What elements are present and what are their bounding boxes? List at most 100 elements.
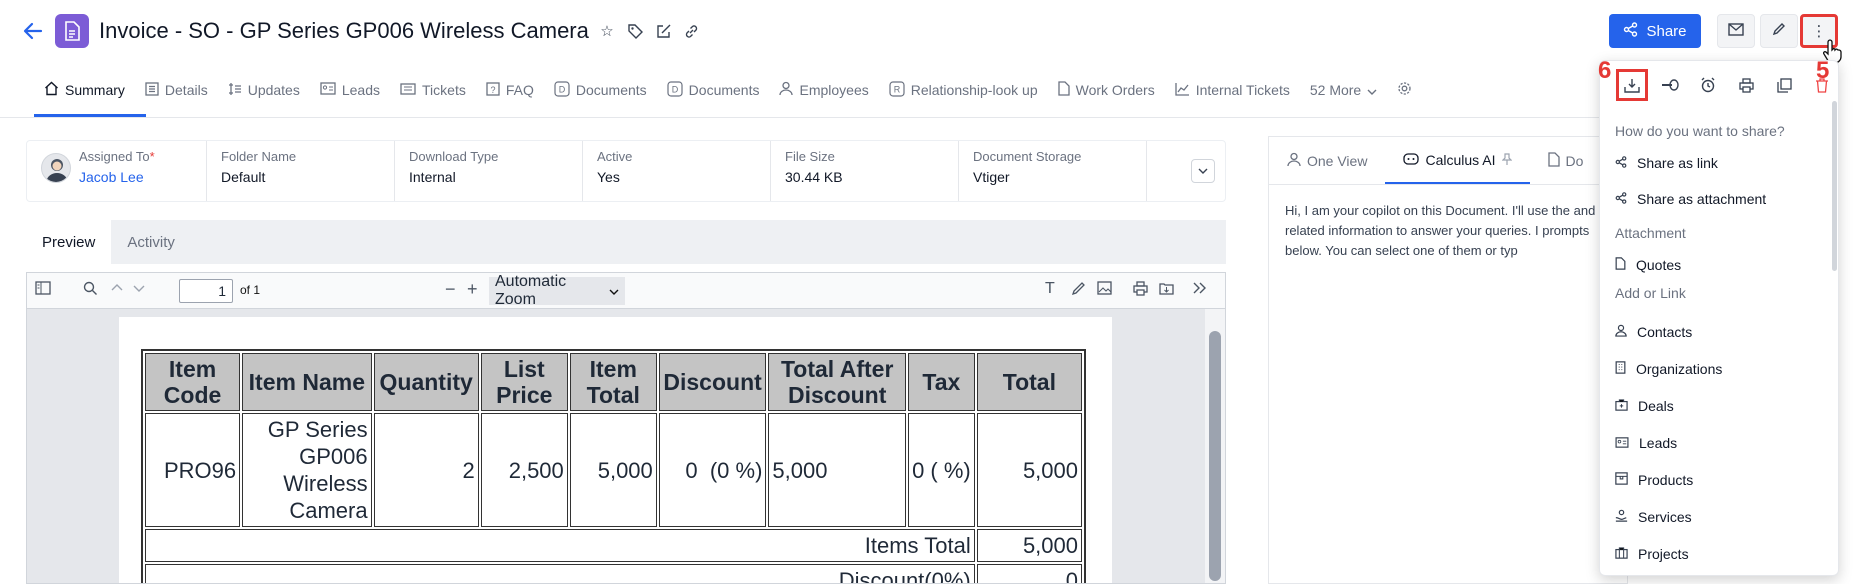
star-icon[interactable]: ☆ xyxy=(598,22,616,40)
tab-employees[interactable]: Employees xyxy=(769,72,878,108)
person-icon xyxy=(1287,152,1301,170)
tab-more[interactable]: 52 More xyxy=(1300,72,1387,108)
menu-scrollbar[interactable] xyxy=(1832,101,1837,271)
menu-item-projects[interactable]: Projects xyxy=(1600,535,1838,572)
menu-item-label: Organizations xyxy=(1636,360,1723,377)
pencil-icon xyxy=(1772,22,1786,40)
tab-activity[interactable]: Activity xyxy=(111,220,191,264)
tab-documents-2[interactable]: D Documents xyxy=(657,72,770,108)
tab-documents-panel[interactable]: Do xyxy=(1530,137,1602,184)
file-icon xyxy=(1057,81,1070,99)
tab-label: One View xyxy=(1307,152,1368,169)
tab-internal-tickets[interactable]: Internal Tickets xyxy=(1165,72,1300,108)
menu-item-share-link[interactable]: Share as link xyxy=(1600,145,1838,181)
chevron-up-icon[interactable] xyxy=(111,281,123,298)
copilot-message: Hi, I am your copilot on this Document. … xyxy=(1285,203,1596,258)
tab-relationship-look-up[interactable]: R Relationship-look up xyxy=(879,72,1048,108)
tab-details[interactable]: Details xyxy=(135,72,218,108)
deal-icon xyxy=(1615,398,1628,414)
preview-tabs: Preview Activity xyxy=(26,220,1226,264)
edit-external-icon[interactable] xyxy=(654,22,672,40)
tab-summary[interactable]: Summary xyxy=(34,72,135,108)
page-number-input[interactable]: 1 xyxy=(179,279,233,303)
print-icon[interactable] xyxy=(1133,281,1148,300)
page-title: Invoice - SO - GP Series GP006 Wireless … xyxy=(99,18,589,43)
menu-item-share-attachment[interactable]: Share as attachment xyxy=(1600,181,1838,217)
email-button[interactable] xyxy=(1717,14,1755,48)
svg-text:R: R xyxy=(894,84,901,94)
tag-icon[interactable] xyxy=(626,22,644,40)
menu-item-services[interactable]: Services xyxy=(1600,498,1838,535)
double-chevron-right-icon[interactable] xyxy=(1193,281,1207,298)
avatar xyxy=(41,153,71,183)
duplicate-icon[interactable] xyxy=(1768,69,1800,101)
tab-faq[interactable]: ? FAQ xyxy=(476,72,544,108)
tab-tickets[interactable]: Tickets xyxy=(390,72,476,108)
tab-settings[interactable] xyxy=(1387,72,1422,108)
active-field[interactable]: Active Yes xyxy=(583,141,771,201)
expand-info-button[interactable] xyxy=(1191,159,1215,183)
file-size-field[interactable]: File Size 30.44 KB xyxy=(771,141,959,201)
menu-item-products[interactable]: Products xyxy=(1600,461,1838,498)
menu-item-leads[interactable]: Leads xyxy=(1600,424,1838,461)
tab-documents[interactable]: D Documents xyxy=(544,72,657,108)
pin-icon[interactable] xyxy=(1501,152,1512,168)
d-icon: D xyxy=(554,80,570,100)
tab-label: FAQ xyxy=(505,82,534,98)
menu-item-organizations[interactable]: Organizations xyxy=(1600,350,1838,387)
download-icon[interactable] xyxy=(1616,69,1648,101)
draw-tool-icon[interactable] xyxy=(1071,281,1086,300)
folder-name-field[interactable]: Folder Name Default xyxy=(207,141,395,201)
text-tool-icon[interactable]: T xyxy=(1045,280,1055,298)
assigned-to-field[interactable]: Assigned To* Jacob Lee xyxy=(27,141,207,201)
zoom-in-icon[interactable]: + xyxy=(467,279,478,300)
sidebar-toggle-icon[interactable] xyxy=(35,281,51,299)
menu-item-label: Leads xyxy=(1639,434,1678,451)
column-header: Item Code xyxy=(145,353,241,411)
zoom-select[interactable]: Automatic Zoom xyxy=(489,273,625,308)
document-storage-field[interactable]: Document Storage Vtiger xyxy=(959,141,1147,201)
menu-item-contacts[interactable]: Contacts xyxy=(1600,313,1838,350)
alarm-icon[interactable] xyxy=(1692,69,1724,101)
save-icon[interactable] xyxy=(1159,281,1174,299)
link-icon[interactable] xyxy=(682,22,700,40)
chevron-down-icon[interactable] xyxy=(133,281,145,298)
back-arrow-icon[interactable] xyxy=(22,20,44,42)
pdf-scrollbar[interactable] xyxy=(1205,309,1225,583)
column-header: Quantity xyxy=(373,353,479,411)
total-cell: 5,000 xyxy=(976,413,1082,527)
tab-leads[interactable]: Leads xyxy=(310,72,390,108)
menu-item-deals[interactable]: Deals xyxy=(1600,387,1838,424)
tab-one-view[interactable]: One View xyxy=(1269,137,1385,184)
tabs-divider xyxy=(0,117,1600,118)
tab-updates[interactable]: Updates xyxy=(218,72,310,108)
assigned-to-value[interactable]: Jacob Lee xyxy=(79,169,192,185)
print-icon[interactable] xyxy=(1730,69,1762,101)
menu-item-quotes[interactable]: Quotes xyxy=(1600,247,1838,283)
field-label: Folder Name xyxy=(221,149,297,164)
scrollbar-thumb[interactable] xyxy=(1209,331,1221,581)
tab-label: Employees xyxy=(799,82,869,98)
list-price-cell: 2,500 xyxy=(480,413,568,527)
home-icon xyxy=(44,81,59,99)
record-info-strip: Assigned To* Jacob Lee Folder Name Defau… xyxy=(26,140,1226,202)
edit-button[interactable] xyxy=(1760,14,1798,48)
items-table: Item Code Item Name Quantity List Price … xyxy=(141,349,1086,583)
svg-text:?: ? xyxy=(490,85,495,95)
tab-preview[interactable]: Preview xyxy=(26,220,112,264)
tab-label: Documents xyxy=(688,82,760,98)
share-button[interactable]: Share xyxy=(1609,14,1701,48)
download-type-field[interactable]: Download Type Internal xyxy=(395,141,583,201)
column-header: Item Total xyxy=(569,353,657,411)
image-tool-icon[interactable] xyxy=(1097,281,1112,299)
tag-toggle-icon[interactable] xyxy=(1654,69,1686,101)
tab-work-orders[interactable]: Work Orders xyxy=(1048,72,1165,108)
discount-value: 0 xyxy=(976,564,1082,583)
updates-icon xyxy=(228,82,242,99)
file-icon xyxy=(1547,151,1560,170)
zoom-out-icon[interactable]: − xyxy=(445,279,456,300)
menu-item-label: Projects xyxy=(1638,545,1689,562)
search-icon[interactable] xyxy=(83,281,98,300)
tab-calculus-ai[interactable]: Calculus AI xyxy=(1385,137,1530,184)
tax-cell: 0 ( %) xyxy=(907,413,975,527)
